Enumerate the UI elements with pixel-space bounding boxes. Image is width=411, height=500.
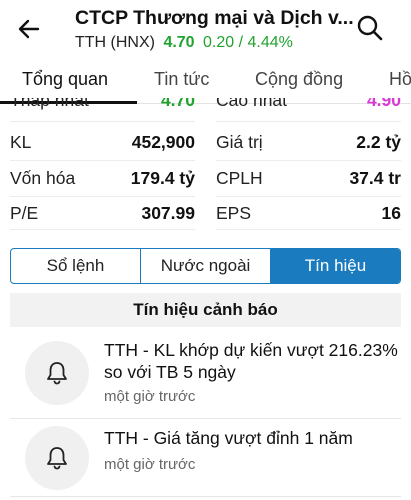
divider <box>216 229 401 230</box>
stat-value: 37.4 tr <box>349 168 401 188</box>
ticker-label: TTH (HNX) <box>75 34 155 51</box>
alert-time: một giờ trước <box>104 456 196 473</box>
segment-signals[interactable]: Tín hiệu <box>271 249 400 283</box>
segmented-control: Sổ lệnh Nước ngoài Tín hiệu <box>10 248 401 284</box>
stat-label: P/E <box>10 203 39 223</box>
stat-value: 452,900 <box>131 132 195 152</box>
alert-time: một giờ trước <box>104 388 196 405</box>
divider <box>216 121 401 122</box>
divider <box>10 160 195 161</box>
tab-profile[interactable]: Hồ <box>389 69 411 90</box>
stat-value: 2.2 tỷ <box>356 132 401 152</box>
stat-value-high: 4.90 <box>366 98 401 110</box>
stat-value: 307.99 <box>141 203 195 223</box>
segment-order-book[interactable]: Sổ lệnh <box>11 249 141 283</box>
divider <box>10 196 195 197</box>
search-icon[interactable] <box>355 13 385 43</box>
divider <box>216 196 401 197</box>
stat-label: EPS <box>216 203 252 223</box>
divider <box>10 418 401 419</box>
page-title: CTCP Thương mại và Dịch v... <box>75 7 354 29</box>
current-price: 4.70 <box>163 34 195 51</box>
bell-icon <box>25 426 89 490</box>
segment-foreign[interactable]: Nước ngoài <box>141 249 271 283</box>
stat-label: Giá trị <box>216 132 263 152</box>
app-header: CTCP Thương mại và Dịch v... TTH (HNX) 4… <box>0 0 411 62</box>
tab-overview[interactable]: Tổng quan <box>22 69 108 90</box>
divider <box>10 121 195 122</box>
stat-label: Thấp nhất <box>10 98 89 110</box>
back-arrow-icon[interactable] <box>14 14 44 44</box>
stats-panel: Thấp nhất 4.70 Cao nhất 4.90 KL 452,900 … <box>0 98 411 230</box>
stat-value: 179.4 tỷ <box>130 168 195 188</box>
tab-community[interactable]: Cộng đồng <box>255 69 343 90</box>
stat-value: 16 <box>381 203 401 223</box>
stat-row: P/E 307.99 EPS 16 <box>0 203 411 230</box>
price-change: 0.20 / 4.44% <box>203 34 293 51</box>
alert-item[interactable]: TTH - Giá tăng vượt đỉnh 1 năm một giờ t… <box>0 424 411 500</box>
alert-text: TTH - KL khớp dự kiến vượt 216.23% so vớ… <box>104 340 398 382</box>
section-title: Tín hiệu cảnh báo <box>10 293 401 327</box>
stat-label: Cao nhất <box>216 98 288 110</box>
stat-value-low: 4.70 <box>160 98 195 110</box>
stat-label: CPLH <box>216 168 263 188</box>
stat-label: Vốn hóa <box>10 168 76 188</box>
stat-label: KL <box>10 132 32 152</box>
bell-icon <box>25 341 89 405</box>
tab-news[interactable]: Tin tức <box>154 69 209 90</box>
price-line: TTH (HNX) 4.70 0.20 / 4.44% <box>75 34 293 52</box>
alert-item[interactable]: TTH - KL khớp dự kiến vượt 216.23% so vớ… <box>0 338 411 418</box>
divider <box>10 496 401 497</box>
divider <box>10 229 195 230</box>
alert-text: TTH - Giá tăng vượt đỉnh 1 năm <box>104 428 353 448</box>
divider <box>216 160 401 161</box>
